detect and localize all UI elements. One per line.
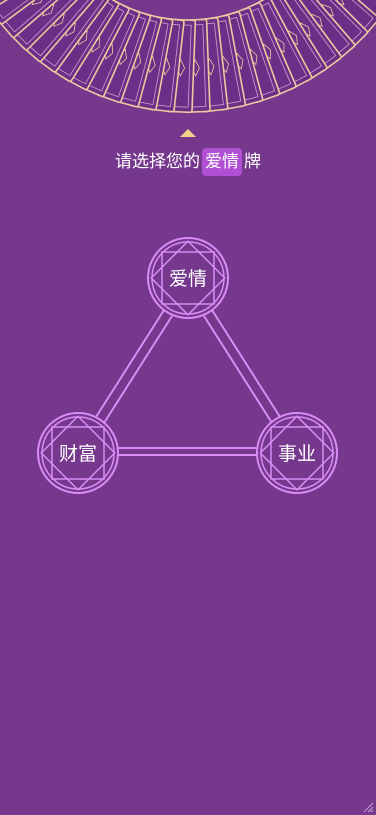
tarot-card-fan[interactable] <box>0 0 376 125</box>
resize-grip-icon[interactable] <box>362 801 374 813</box>
spread-node-career[interactable]: 事业 <box>256 412 338 494</box>
prompt-suffix: 牌 <box>244 152 261 172</box>
prompt-prefix: 请选择您的 <box>115 152 200 172</box>
selected-category-badge: 爱情 <box>202 148 242 176</box>
spread-connectors <box>95 309 281 456</box>
three-card-spread: 爱情 财富 事业 <box>37 237 338 494</box>
spread-node-career-label: 事业 <box>278 443 316 465</box>
spread-node-love-label: 爱情 <box>169 268 207 290</box>
spread-node-wealth[interactable]: 财富 <box>37 412 119 494</box>
card-selection-prompt: 请选择您的 爱情牌 <box>0 148 376 176</box>
tarot-page: 请选择您的 爱情牌 爱情 财富 事业 <box>0 0 376 815</box>
spread-node-love[interactable]: 爱情 <box>147 237 229 319</box>
spread-node-wealth-label: 财富 <box>59 443 97 465</box>
selection-pointer-icon <box>180 129 196 137</box>
